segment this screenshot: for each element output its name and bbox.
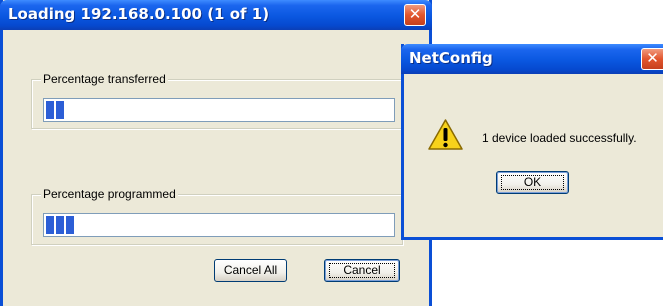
transferred-label: Percentage transferred — [41, 72, 168, 86]
message-text: 1 device loaded successfully. — [482, 131, 637, 145]
focus-rectangle — [329, 263, 395, 278]
focus-rectangle — [501, 175, 564, 190]
cancel-all-button[interactable]: Cancel All — [214, 259, 287, 282]
close-icon: ✕ — [408, 5, 422, 23]
transferred-group: Percentage transferred — [31, 72, 403, 129]
message-box-close-button[interactable]: ✕ — [641, 48, 663, 70]
programmed-group: Percentage programmed — [31, 187, 403, 245]
programmed-progress-fill — [46, 216, 74, 234]
close-icon: ✕ — [646, 49, 659, 67]
cancel-button[interactable]: Cancel — [324, 259, 400, 282]
loading-window-title: Loading 192.168.0.100 (1 of 1) — [8, 5, 270, 23]
loading-window-titlebar[interactable]: Loading 192.168.0.100 (1 of 1) ✕ — [0, 0, 432, 30]
message-box-title: NetConfig — [409, 49, 493, 67]
message-box-titlebar[interactable]: NetConfig ✕ — [401, 44, 663, 74]
transferred-progress-bar — [43, 98, 395, 122]
loading-window: Loading 192.168.0.100 (1 of 1) ✕ Percent… — [0, 0, 432, 306]
loading-window-close-button[interactable]: ✕ — [404, 4, 426, 26]
transferred-progress-fill — [46, 101, 64, 119]
warning-icon — [428, 119, 463, 150]
ok-button[interactable]: OK — [496, 171, 569, 194]
programmed-progress-bar — [43, 213, 395, 237]
programmed-label: Percentage programmed — [41, 187, 178, 201]
netconfig-message-box: NetConfig ✕ 1 device loaded successfully… — [401, 44, 663, 240]
